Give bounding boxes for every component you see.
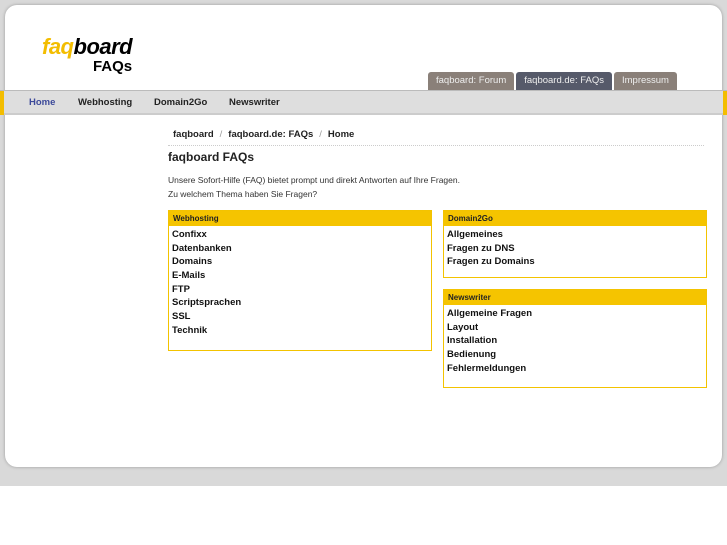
faq-link[interactable]: Domains: [172, 255, 428, 269]
box-header[interactable]: Newswriter: [444, 290, 706, 305]
breadcrumb-link[interactable]: faqboard: [173, 129, 214, 140]
faq-link[interactable]: Fehlermeldungen: [447, 362, 703, 376]
faq-link[interactable]: FTP: [172, 283, 428, 297]
logo-text: board: [73, 34, 133, 59]
logo-text: faq: [42, 34, 74, 59]
tab-faqs[interactable]: faqboard.de: FAQs: [516, 72, 612, 90]
main-nav: Home Webhosting Domain2Go Newswriter: [0, 90, 727, 115]
box-domain2go: Domain2Go Allgemeines Fragen zu DNS Frag…: [443, 210, 707, 278]
breadcrumb-separator: /: [219, 129, 223, 140]
faq-link[interactable]: Bedienung: [447, 348, 703, 362]
top-tabs: faqboard: Forum faqboard.de: FAQs Impres…: [428, 72, 677, 90]
faq-link[interactable]: Layout: [447, 321, 703, 335]
box-newswriter: Newswriter Allgemeine Fragen Layout Inst…: [443, 289, 707, 388]
breadcrumb-separator: /: [319, 129, 322, 140]
nav-domain2go[interactable]: Domain2Go: [154, 97, 207, 108]
faq-link[interactable]: Fragen zu DNS: [447, 242, 703, 256]
breadcrumb: faqboard / faqboard.de: FAQs / Home: [168, 129, 704, 146]
page-title: faqboard FAQs: [168, 150, 255, 164]
tab-impressum[interactable]: Impressum: [613, 72, 677, 90]
breadcrumb-current: Home: [327, 129, 355, 140]
logo-subtitle: FAQs: [92, 58, 133, 75]
faq-link[interactable]: Installation: [447, 334, 703, 348]
breadcrumb-link[interactable]: faqboard.de: FAQs: [228, 129, 313, 140]
box-webhosting: Webhosting Confixx Datenbanken Domains E…: [168, 210, 432, 351]
logo[interactable]: faqboard FAQs: [42, 34, 133, 75]
intro-line: Zu welchem Thema haben Sie Fragen?: [168, 189, 318, 199]
nav-newswriter[interactable]: Newswriter: [229, 97, 280, 108]
faq-link[interactable]: Allgemeine Fragen: [447, 307, 703, 321]
faq-link[interactable]: Allgemeines: [447, 228, 703, 242]
faq-link[interactable]: Scriptsprachen: [172, 296, 428, 310]
tab-forum[interactable]: faqboard: Forum: [428, 72, 515, 90]
faq-link[interactable]: Technik: [172, 324, 428, 338]
box-header[interactable]: Domain2Go: [444, 211, 706, 226]
intro-line: Unsere Sofort-Hilfe (FAQ) bietet prompt …: [168, 175, 460, 185]
faq-link[interactable]: Datenbanken: [172, 242, 428, 256]
nav-home[interactable]: Home: [29, 97, 55, 108]
faq-link[interactable]: E-Mails: [172, 269, 428, 283]
faq-link[interactable]: Confixx: [172, 228, 428, 242]
box-header[interactable]: Webhosting: [169, 211, 431, 226]
intro-text: Unsere Sofort-Hilfe (FAQ) bietet prompt …: [168, 173, 460, 201]
faq-link[interactable]: Fragen zu Domains: [447, 255, 703, 269]
faq-link[interactable]: SSL: [172, 310, 428, 324]
nav-webhosting[interactable]: Webhosting: [78, 97, 132, 108]
